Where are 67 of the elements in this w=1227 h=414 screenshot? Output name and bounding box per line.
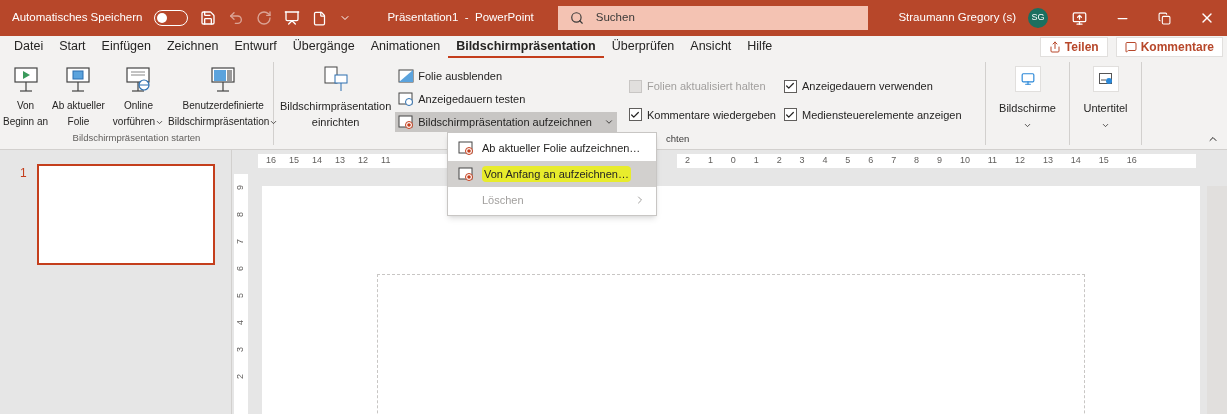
timer-slide-icon [398, 92, 415, 106]
ribbon-tab[interactable]: Ansicht [682, 36, 740, 58]
ribbon-tab[interactable]: Übergänge [284, 36, 363, 58]
presenter-screen-icon [125, 66, 152, 94]
ribbon-tab[interactable]: Start [51, 36, 94, 58]
restore-icon[interactable] [1158, 11, 1171, 25]
monitors-button[interactable]: Bildschirme [986, 62, 1070, 145]
captions-button[interactable]: Untertitel [1070, 62, 1142, 145]
checkbox-option[interactable]: Anzeigedauern verwenden [783, 78, 962, 95]
setup-slideshow-button[interactable]: Bildschirmpräsentation einrichten [280, 66, 392, 130]
checkbox-option[interactable]: Kommentare wiedergeben [628, 106, 776, 123]
search-placeholder: Suchen [595, 10, 635, 26]
slide-thumbnail[interactable] [36, 164, 215, 265]
ribbon-tab[interactable]: Entwurf [226, 36, 285, 58]
ribbon-small-button[interactable]: Folie ausblenden [395, 66, 617, 86]
presenter-screen-icon [12, 66, 39, 94]
presenter-screen-icon [65, 66, 92, 94]
user-avatar[interactable]: SG [1028, 8, 1048, 28]
monitor-icon [1020, 72, 1035, 86]
share-button[interactable]: Teilen [1039, 37, 1108, 57]
comment-icon [1124, 41, 1137, 53]
checkbox[interactable] [628, 108, 642, 122]
record-slide-icon [398, 115, 415, 129]
menu-item[interactable]: Von Anfang an aufzeichnen… [448, 161, 656, 187]
document-title: Präsentation1 - PowerPoint [387, 10, 534, 26]
horizontal-ruler: 2 1 0 1 2 3 4 5 6 7 8 9 10 11 12 13 14 15 16 [677, 154, 1196, 168]
ribbon-tab[interactable]: Einfügen [93, 36, 159, 58]
ribbon-large-button[interactable]: Von Beginn an [2, 66, 50, 130]
check-icon [785, 109, 796, 120]
group-label: chten [665, 132, 691, 146]
ribbon-tab[interactable]: Animationen [362, 36, 449, 58]
presentation-icon[interactable] [284, 10, 301, 26]
caret-icon [603, 117, 614, 127]
group-label: Bildschirmpräsentation starten [71, 130, 202, 145]
autosave-label: Automatisches Speichern [12, 10, 143, 26]
ribbon-small-button[interactable]: Anzeigedauern testen [395, 89, 617, 109]
ribbon-tab[interactable]: Überprüfen [603, 36, 683, 58]
ribbon-large-button[interactable]: Benutzerdefinierte Bildschirmpräsentation [167, 66, 280, 130]
check-icon [785, 81, 796, 92]
presenter-screen-icon [210, 66, 237, 94]
vertical-ruler: 9 8 7 6 5 4 3 2 [234, 174, 248, 414]
horizontal-ruler: 16 15 14 13 12 11 [258, 154, 448, 168]
ribbon-tab[interactable]: Zeichnen [158, 36, 227, 58]
comments-button[interactable]: Kommentare [1115, 37, 1223, 57]
subtitle-settings-icon [1098, 73, 1113, 85]
search-icon [569, 11, 584, 25]
check-icon [630, 109, 641, 120]
menu-item[interactable]: Ab aktueller Folie aufzeichnen… [448, 135, 656, 161]
checkbox[interactable] [783, 79, 797, 93]
checkbox-option[interactable]: Mediensteuerelemente anzeigen [783, 106, 962, 123]
record-slide-icon [458, 167, 474, 181]
ribbon-tab[interactable]: Hilfe [739, 36, 781, 58]
save-icon[interactable] [200, 10, 217, 26]
slide-hide-icon [398, 69, 415, 83]
ribbon-large-button[interactable]: Online vorführen [111, 66, 166, 130]
slideshow-setup-icon [322, 66, 349, 94]
user-name: Straumann Gregory (s) [898, 10, 1016, 26]
new-file-icon[interactable] [312, 10, 328, 26]
slide-number: 1 [20, 165, 27, 182]
checkbox[interactable] [783, 108, 797, 122]
ribbon-tab[interactable]: Datei [6, 36, 52, 58]
record-slide-icon [458, 141, 474, 155]
ribbon-display-icon[interactable] [1072, 10, 1087, 26]
share-icon [1048, 41, 1061, 53]
search-field[interactable]: Suchen [557, 6, 868, 30]
ribbon-small-button[interactable]: Bildschirmpräsentation aufzeichnen [395, 112, 617, 132]
ribbon-large-button[interactable]: Ab aktueller Folie [51, 66, 106, 130]
